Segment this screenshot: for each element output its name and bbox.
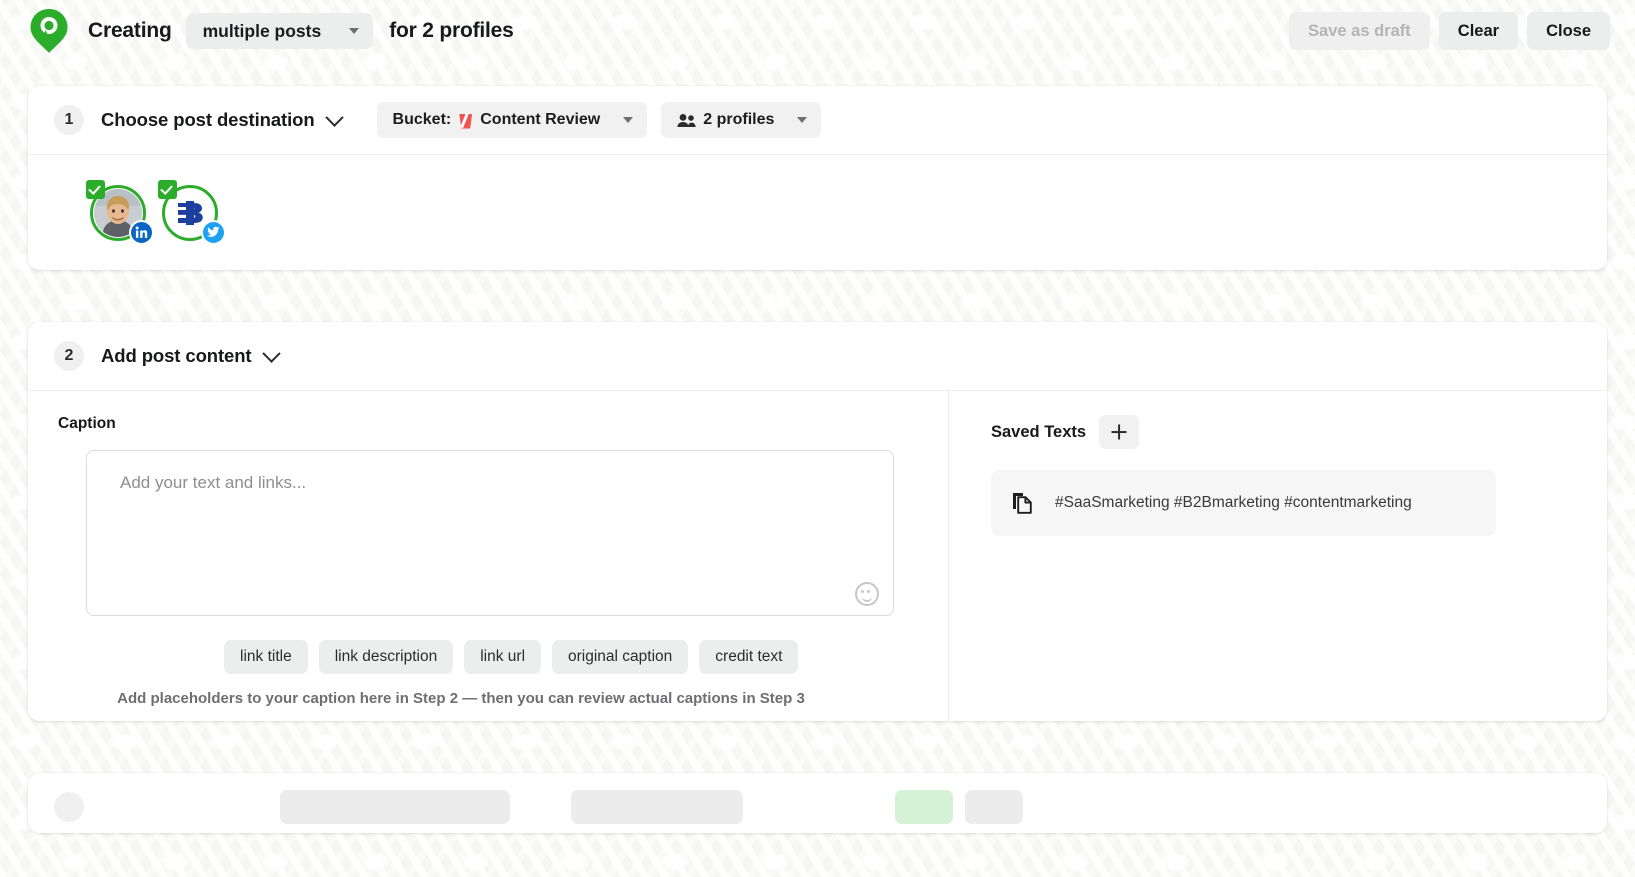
- smiley-icon[interactable]: [855, 582, 879, 606]
- step-3-card-partial: [28, 773, 1607, 833]
- app-header: Creating multiple posts for 2 profiles S…: [0, 0, 1635, 62]
- add-saved-text-button[interactable]: [1099, 415, 1140, 449]
- saved-text-value: #SaaSmarketing #B2Bmarketing #contentmar…: [1055, 494, 1412, 511]
- step-2-card: 2 Add post content Caption Add your text…: [28, 322, 1607, 721]
- saved-text-item[interactable]: #SaaSmarketing #B2Bmarketing #contentmar…: [991, 470, 1496, 536]
- twitter-icon: [201, 219, 226, 245]
- chip-credit-text[interactable]: credit text: [699, 640, 799, 674]
- copy-icon[interactable]: [1011, 491, 1033, 515]
- chevron-down-icon: [349, 28, 360, 34]
- step-2-collapse-chevron-icon[interactable]: [261, 343, 281, 363]
- step-1-badge: 1: [54, 105, 84, 135]
- bucket-prefix-label: Bucket:: [392, 111, 452, 128]
- step-1-header: 1 Choose post destination Bucket: Conten…: [28, 86, 1607, 155]
- saved-texts-title: Saved Texts: [991, 422, 1087, 441]
- chip-link-title[interactable]: link title: [224, 640, 308, 674]
- step-3-control-2[interactable]: [571, 790, 743, 824]
- wizard-cards: 1 Choose post destination Bucket: Conten…: [0, 62, 1635, 833]
- bucket-select[interactable]: Bucket: Content Review: [376, 102, 648, 138]
- close-button[interactable]: Close: [1527, 12, 1610, 50]
- caption-column: Caption Add your text and links... link …: [28, 391, 948, 721]
- selected-check-icon: [86, 179, 105, 199]
- step-1-card: 1 Choose post destination Bucket: Conten…: [28, 86, 1607, 270]
- step-3-control-4[interactable]: [965, 790, 1023, 824]
- creating-label: Creating: [88, 19, 172, 42]
- step-3-control-3[interactable]: [895, 790, 953, 824]
- step-3-badge: [54, 792, 84, 822]
- step-3-header-partial: [28, 773, 1607, 833]
- placeholder-hint: Add placeholders to your caption here in…: [117, 690, 805, 707]
- red-cup-emoji-icon: [458, 112, 473, 129]
- chip-original-caption[interactable]: original caption: [552, 640, 689, 674]
- clear-button[interactable]: Clear: [1438, 12, 1519, 50]
- saved-texts-header: Saved Texts: [991, 415, 1607, 449]
- chevron-down-icon: [797, 117, 808, 123]
- post-type-select[interactable]: multiple posts: [185, 13, 374, 49]
- caption-input[interactable]: Add your text and links...: [86, 450, 894, 616]
- location-pin-logo-icon: [30, 9, 68, 53]
- step-3-control-1[interactable]: [280, 790, 510, 824]
- profile-avatar-brand[interactable]: [158, 179, 226, 245]
- chip-link-url[interactable]: link url: [464, 640, 542, 674]
- saved-texts-column: Saved Texts #SaaSmarketing #B2Bmarketing…: [948, 391, 1607, 721]
- selected-profiles-row: [28, 155, 1607, 270]
- post-type-value: multiple posts: [202, 20, 322, 41]
- chevron-down-icon: [623, 117, 634, 123]
- caption-placeholder: Add your text and links...: [120, 473, 307, 492]
- profiles-select[interactable]: 2 profiles: [661, 102, 822, 138]
- selected-check-icon: [158, 179, 177, 199]
- save-as-draft-button[interactable]: Save as draft: [1289, 12, 1430, 50]
- step-1-collapse-chevron-icon[interactable]: [324, 107, 344, 127]
- bucket-name-label: Content Review: [480, 111, 601, 128]
- placeholder-chips: link title link description link url ori…: [224, 640, 948, 674]
- step-2-header: 2 Add post content: [28, 322, 1607, 391]
- header-actions: Save as draft Clear Close: [1289, 12, 1610, 50]
- step-1-title: Choose post destination: [101, 109, 315, 130]
- for-profiles-label: for 2 profiles: [389, 19, 514, 42]
- people-icon: [677, 113, 696, 127]
- step-2-title: Add post content: [101, 345, 252, 366]
- step-2-body: Caption Add your text and links... link …: [28, 391, 1607, 721]
- step-2-badge: 2: [54, 341, 84, 371]
- profile-avatar-person[interactable]: [86, 179, 154, 245]
- caption-label: Caption: [58, 415, 116, 432]
- chip-link-description[interactable]: link description: [318, 640, 454, 674]
- linkedin-icon: [129, 219, 154, 245]
- profiles-count-label: 2 profiles: [703, 111, 775, 128]
